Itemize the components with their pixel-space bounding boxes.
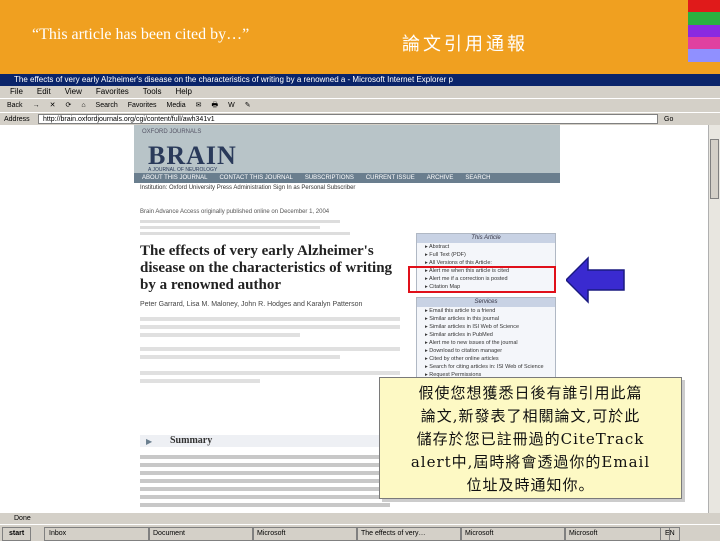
scroll-thumb[interactable] — [710, 139, 719, 199]
callout-line: 位址及時通知你。 — [466, 476, 595, 494]
callout-line: 論文,新發表了相關論文,可於此 — [420, 407, 641, 425]
affiliation-line — [140, 379, 260, 383]
body-text-line — [140, 479, 390, 483]
menu-item[interactable]: Tools — [143, 86, 162, 98]
body-text-line — [140, 495, 390, 499]
slide-header: “This article has been cited by…” 論文引用通報 — [0, 0, 720, 74]
citation-line — [140, 232, 350, 235]
services-link[interactable]: ▸ Similar articles in ISI Web of Science — [417, 323, 555, 331]
system-tray: EN — [660, 527, 680, 541]
body-text-line — [140, 463, 390, 467]
menu-item[interactable]: Help — [175, 86, 191, 98]
toolbar-button[interactable]: ✎ — [242, 99, 254, 112]
journal-nav-link[interactable]: CURRENT ISSUE — [366, 173, 415, 183]
citation-line — [140, 220, 340, 223]
this-article-link[interactable]: ▸ Abstract — [417, 243, 555, 251]
summary-heading: Summary — [140, 435, 380, 447]
toolbar-button[interactable]: Back — [4, 99, 26, 112]
services-list: ▸ Email this article to a friend ▸ Simila… — [417, 307, 555, 379]
body-text-line — [140, 471, 390, 475]
toolbar-button[interactable]: ⌂ — [78, 99, 88, 112]
pointer-arrow-icon — [566, 256, 625, 304]
journal-nav-link[interactable]: ABOUT THIS JOURNAL — [142, 173, 207, 183]
citation-line — [140, 226, 320, 229]
institution-line: Institution: Oxford University Press Adm… — [140, 185, 356, 191]
toolbar-button[interactable]: → — [30, 99, 43, 112]
vertical-scrollbar[interactable] — [708, 125, 720, 513]
publisher-name: OXFORD JOURNALS — [142, 129, 202, 135]
menu-item[interactable]: Favorites — [96, 86, 129, 98]
body-text-line — [140, 455, 390, 459]
affiliation-line — [140, 333, 300, 337]
start-button[interactable]: start — [2, 527, 32, 541]
affiliation-line — [140, 317, 400, 321]
color-strip — [688, 0, 720, 74]
services-link[interactable]: ▸ Similar articles in this journal — [417, 315, 555, 323]
slide-quote: “This article has been cited by…” — [32, 26, 250, 43]
journal-nav-link[interactable]: SEARCH — [465, 173, 490, 183]
color-swatch — [688, 61, 720, 74]
browser-toolbar: Back → ✕ ⟳ ⌂ Search Favorites Media ✉ 🖶 W ✎ — [0, 98, 720, 112]
summary-arrow-icon: ▶ — [146, 437, 153, 446]
toolbar-button[interactable]: Media — [164, 99, 189, 112]
article-authors: Peter Garrard, Lisa M. Maloney, John R. … — [140, 301, 363, 308]
journal-nav-link[interactable]: SUBSCRIPTIONS — [305, 173, 354, 183]
color-swatch — [688, 0, 720, 13]
toolbar-button[interactable]: ⟳ — [62, 99, 74, 112]
toolbar-button[interactable]: ✕ — [47, 99, 59, 112]
affiliation-line — [140, 347, 400, 351]
services-link[interactable]: ▸ Similar articles in PubMed — [417, 331, 555, 339]
affiliation-line — [140, 325, 400, 329]
article-title: The effects of very early Alzheimer's di… — [140, 243, 393, 293]
journal-nav-link[interactable]: CONTACT THIS JOURNAL — [219, 173, 292, 183]
color-swatch — [688, 24, 720, 37]
this-article-heading: This Article — [417, 234, 555, 243]
explanation-callout: 假使您想獲悉日後有誰引用此篇 論文,新發表了相關論文,可於此 儲存於您已註冊過的… — [379, 377, 682, 499]
taskbar-item[interactable]: The effects of very… — [356, 527, 462, 541]
status-bar: Done — [0, 513, 720, 524]
taskbar-item[interactable]: Inbox — [44, 527, 150, 541]
color-swatch — [688, 36, 720, 50]
advance-access-line: Brain Advance Access originally publishe… — [140, 209, 330, 215]
affiliation-line — [140, 371, 400, 375]
taskbar-item[interactable]: Microsoft — [252, 527, 358, 541]
taskbar: start Inbox Document Microsoft The effects … — [0, 524, 720, 541]
services-link[interactable]: ▸ Cited by other online articles — [417, 355, 555, 363]
callout-line: 儲存於您已註冊過的CiteTrack — [416, 430, 645, 448]
services-box: Services ▸ Email this article to a frien… — [416, 297, 556, 380]
menu-item[interactable]: Edit — [37, 86, 51, 98]
affiliation-line — [140, 355, 340, 359]
toolbar-button[interactable]: 🖶 — [208, 99, 221, 112]
journal-banner: OXFORD JOURNALS BRAIN A JOURNAL OF NEURO… — [134, 125, 560, 173]
services-link[interactable]: ▸ Email this article to a friend — [417, 307, 555, 315]
journal-nav: ABOUT THIS JOURNAL CONTACT THIS JOURNAL SU… — [134, 173, 560, 183]
services-link[interactable]: ▸ Alert me to new issues of the journal — [417, 339, 555, 347]
callout-line: 假使您想獲悉日後有誰引用此篇 — [418, 384, 643, 402]
toolbar-button[interactable]: W — [225, 99, 238, 112]
menu-item[interactable]: View — [65, 86, 82, 98]
toolbar-button[interactable]: Favorites — [125, 99, 160, 112]
address-input[interactable]: http://brain.oxfordjournals.org/cgi/cont… — [38, 114, 658, 124]
body-text-line — [140, 487, 390, 491]
menu-item[interactable]: File — [10, 86, 23, 98]
body-text-line — [140, 503, 390, 507]
toolbar-button[interactable]: ✉ — [193, 99, 205, 112]
toolbar-button[interactable]: Search — [93, 99, 121, 112]
address-bar: Address http://brain.oxfordjournals.org/… — [0, 112, 720, 126]
services-heading: Services — [417, 298, 555, 307]
menu-bar: File Edit View Favorites Tools Help — [0, 86, 720, 98]
services-link[interactable]: ▸ Search for citing articles in: ISI Web… — [417, 363, 555, 371]
window-titlebar: The effects of very early Alzheimer's di… — [0, 74, 720, 86]
color-swatch — [688, 12, 720, 25]
this-article-link[interactable]: ▸ Full Text (PDF) — [417, 251, 555, 259]
taskbar-item[interactable]: Document — [148, 527, 254, 541]
journal-nav-link[interactable]: ARCHIVE — [427, 173, 454, 183]
slide-title: 論文引用通報 — [402, 34, 528, 55]
cited-alert-highlight — [408, 266, 556, 293]
color-swatch — [688, 49, 720, 62]
taskbar-item[interactable]: Microsoft — [460, 527, 566, 541]
services-link[interactable]: ▸ Download to citation manager — [417, 347, 555, 355]
callout-line: alert中,屆時將會透過你的Email — [410, 453, 651, 471]
taskbar-item[interactable]: Microsoft — [564, 527, 670, 541]
